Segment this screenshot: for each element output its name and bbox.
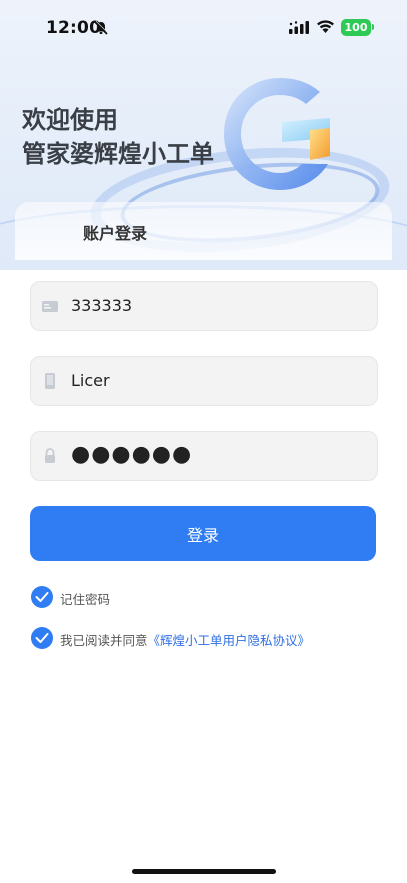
password-field[interactable]: ●●●●●● — [30, 431, 378, 481]
agree-label: 我已阅读并同意《辉煌小工单用户隐私协议》 — [60, 630, 310, 649]
remember-checkbox[interactable] — [31, 586, 53, 608]
battery-level: 100 — [344, 21, 368, 34]
phone-icon — [45, 373, 55, 389]
password-value: ●●●●●● — [71, 442, 193, 467]
username-value: Licer — [71, 371, 110, 390]
check-icon — [35, 592, 49, 602]
welcome-heading: 欢迎使用 管家婆辉煌小工单 — [22, 103, 214, 171]
battery-cap — [372, 24, 374, 30]
card-header: 账户登录 — [15, 202, 392, 260]
card-title: 账户登录 — [83, 224, 148, 243]
company-id-value: 333333 — [71, 296, 133, 315]
bell-muted-icon — [94, 21, 108, 35]
status-time: 12:00 — [46, 18, 102, 38]
signal-icon — [289, 21, 309, 34]
lock-icon — [45, 448, 55, 463]
wifi-icon — [317, 20, 334, 33]
id-card-icon — [42, 301, 58, 312]
battery-icon: 100 — [341, 19, 371, 36]
home-indicator — [132, 869, 276, 874]
check-icon — [35, 633, 49, 643]
username-field[interactable]: Licer — [30, 356, 378, 406]
remember-label: 记住密码 — [60, 592, 111, 607]
welcome-line-1: 欢迎使用 — [22, 106, 118, 134]
privacy-policy-link[interactable]: 《辉煌小工单用户隐私协议》 — [148, 633, 311, 648]
agree-checkbox[interactable] — [31, 627, 53, 649]
agree-text: 我已阅读并同意 — [60, 633, 148, 648]
login-button[interactable]: 登录 — [30, 506, 376, 561]
welcome-line-2: 管家婆辉煌小工单 — [22, 140, 214, 168]
company-id-field[interactable]: 333333 — [30, 281, 378, 331]
status-bar: 12:00 100 — [0, 0, 407, 56]
g-logo-icon — [224, 78, 330, 190]
